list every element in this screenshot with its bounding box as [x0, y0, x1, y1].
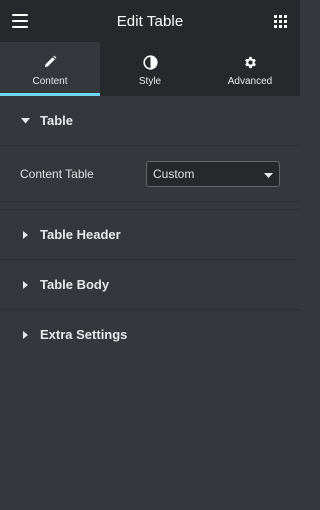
- hamburger-menu-icon[interactable]: [12, 14, 28, 28]
- content-table-select-value: Custom: [153, 166, 195, 181]
- section-table-body-label: Table Body: [40, 277, 110, 292]
- page-title: Edit Table: [116, 12, 184, 30]
- section-divider: [0, 202, 300, 210]
- caret-right-icon: [20, 280, 30, 289]
- tab-style-label: Style: [138, 76, 162, 87]
- section-extra-settings-toggle[interactable]: Extra Settings: [0, 310, 300, 360]
- apps-grid-icon[interactable]: [274, 15, 287, 28]
- tab-style[interactable]: Style: [100, 42, 200, 96]
- half-circle-icon: [142, 54, 158, 70]
- controls-panel: Table Content Table Custom Table Header …: [0, 96, 300, 360]
- section-extra-settings-label: Extra Settings: [40, 327, 128, 342]
- caret-down-icon: [20, 117, 30, 124]
- tab-content-label: Content: [32, 76, 68, 87]
- tab-advanced-label: Advanced: [227, 76, 273, 87]
- caret-right-icon: [20, 330, 30, 339]
- gear-icon: [243, 54, 258, 70]
- select-caret-down-icon: [264, 167, 273, 181]
- content-table-label: Content Table: [20, 166, 94, 181]
- tab-content[interactable]: Content: [0, 42, 100, 96]
- caret-right-icon: [20, 230, 30, 239]
- section-table-header-label: Table Header: [40, 227, 121, 242]
- content-table-control: Content Table Custom: [0, 146, 300, 202]
- pencil-icon: [43, 54, 57, 70]
- section-table-label: Table: [40, 113, 73, 128]
- panel-header: Edit Table: [0, 0, 300, 42]
- panel-empty-area: [0, 357, 300, 510]
- tab-bar: Content Style Advanced: [0, 42, 300, 96]
- section-table-header-toggle[interactable]: Table Header: [0, 210, 300, 260]
- section-table-body-toggle[interactable]: Table Body: [0, 260, 300, 310]
- tab-advanced[interactable]: Advanced: [200, 42, 300, 96]
- content-table-select[interactable]: Custom: [146, 160, 280, 187]
- section-table-toggle[interactable]: Table: [0, 96, 300, 146]
